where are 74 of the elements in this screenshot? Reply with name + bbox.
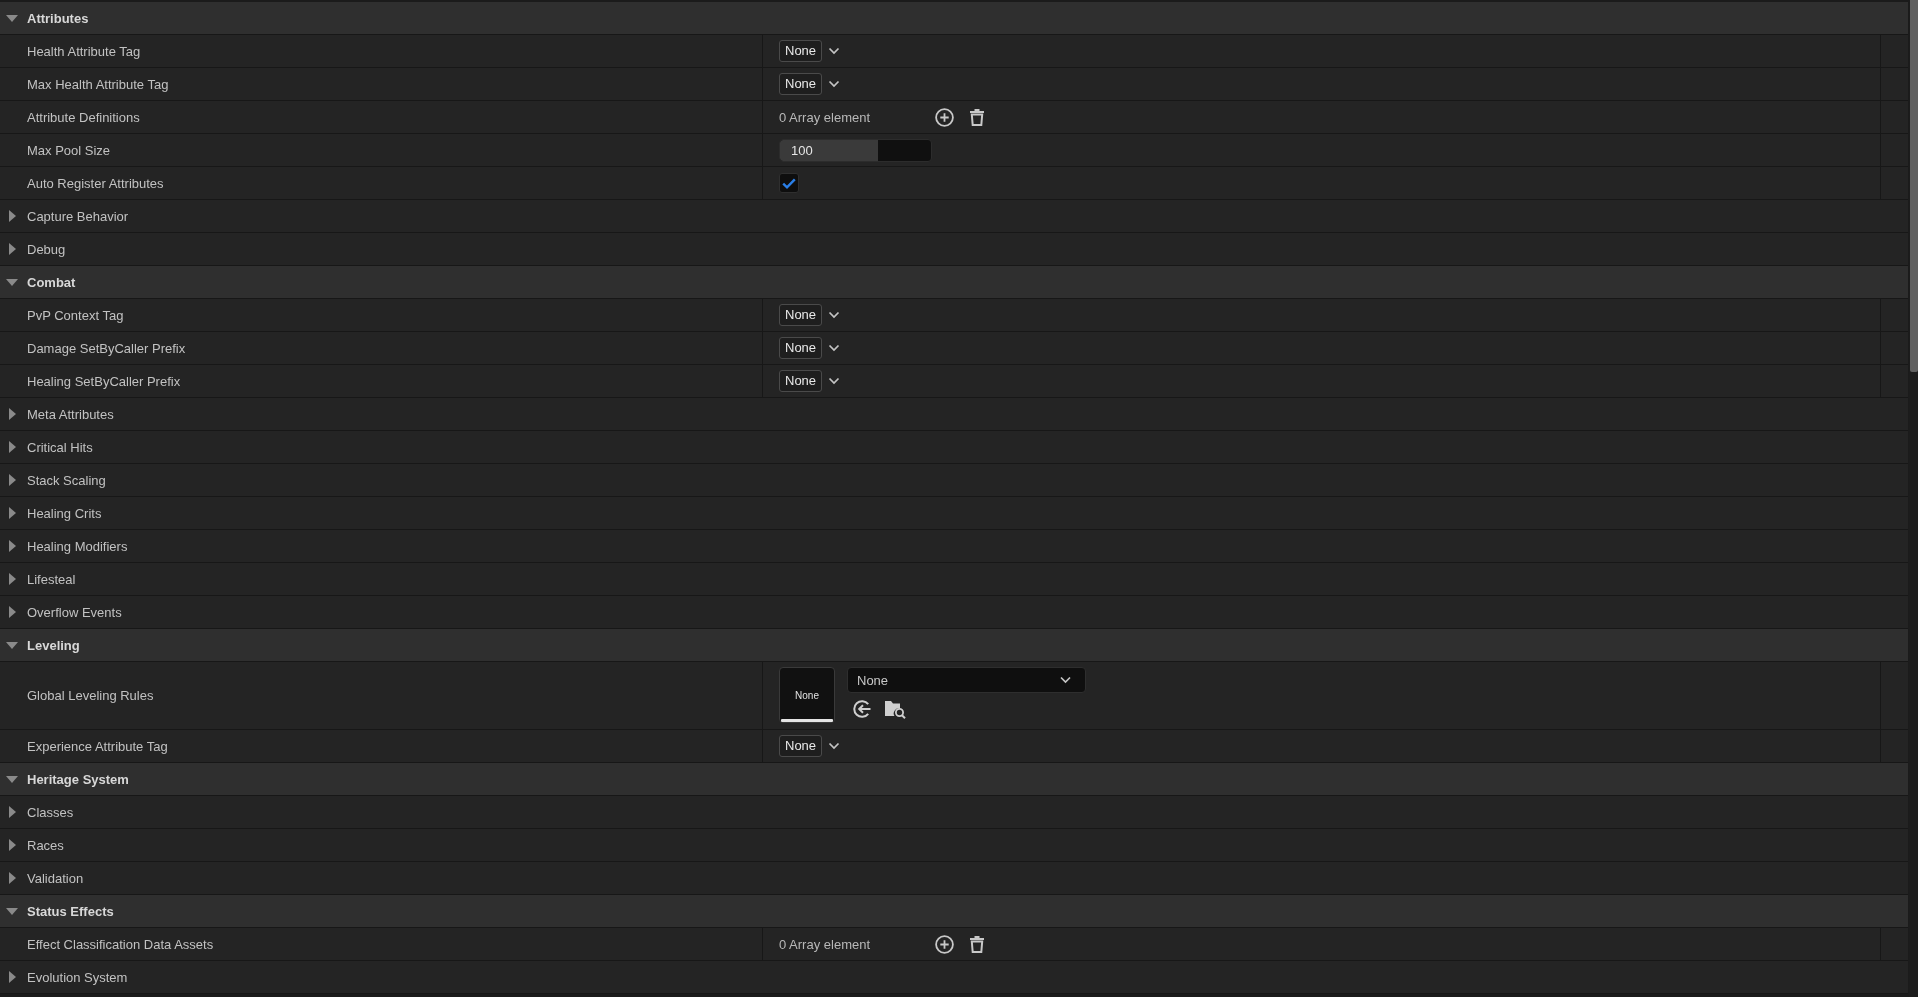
caret-right-icon[interactable] xyxy=(8,441,16,453)
tag-button[interactable]: None xyxy=(779,370,823,392)
tag-button[interactable]: None xyxy=(779,73,823,95)
property-label: PvP Context Tag xyxy=(27,307,124,323)
group-label: Debug xyxy=(27,241,66,257)
property-label: Max Health Attribute Tag xyxy=(27,76,169,92)
folder-search-icon[interactable] xyxy=(884,699,906,719)
property-label: Healing SetByCaller Prefix xyxy=(27,373,181,389)
category-label: Heritage System xyxy=(27,771,129,787)
property-label: Max Pool Size xyxy=(27,142,111,158)
scrollbar-thumb[interactable] xyxy=(1910,0,1918,372)
group-label: Validation xyxy=(27,870,84,886)
category-label: Attributes xyxy=(27,10,89,26)
property-label: Health Attribute Tag xyxy=(27,43,141,59)
category-label: Leveling xyxy=(27,637,80,653)
property-label: Experience Attribute Tag xyxy=(27,738,168,754)
property-label: Effect Classification Data Assets xyxy=(27,936,214,952)
tag-button[interactable]: None xyxy=(779,337,823,359)
chevron-down-icon[interactable] xyxy=(828,344,841,352)
group-label: Classes xyxy=(27,804,74,820)
group-label: Critical Hits xyxy=(27,439,93,455)
category-label: Status Effects xyxy=(27,903,114,919)
array-count: 0 Array element xyxy=(779,109,871,125)
group-label: Lifesteal xyxy=(27,571,76,587)
number-field[interactable]: 100 xyxy=(779,138,932,162)
caret-right-icon[interactable] xyxy=(8,408,16,420)
tag-button[interactable]: None xyxy=(779,40,823,62)
trash-icon[interactable] xyxy=(969,108,985,126)
chevron-down-icon[interactable] xyxy=(828,377,841,385)
property-label: Attribute Definitions xyxy=(27,109,140,125)
caret-down-icon[interactable] xyxy=(6,775,18,783)
caret-right-icon[interactable] xyxy=(8,210,16,222)
property-label: Auto Register Attributes xyxy=(27,175,164,191)
chevron-down-icon[interactable] xyxy=(828,80,841,88)
checkmark-icon xyxy=(782,177,796,189)
chevron-down-icon[interactable] xyxy=(1059,676,1072,684)
caret-down-icon[interactable] xyxy=(6,641,18,649)
category-label: Combat xyxy=(27,274,76,290)
group-label: Evolution System xyxy=(27,969,128,985)
group-label: Capture Behavior xyxy=(27,208,129,224)
add-icon[interactable] xyxy=(935,934,954,954)
trash-icon[interactable] xyxy=(969,935,985,953)
caret-right-icon[interactable] xyxy=(8,806,16,818)
group-label: Overflow Events xyxy=(27,604,122,620)
arrow-left-circle-icon[interactable] xyxy=(852,699,872,719)
add-icon[interactable] xyxy=(935,107,954,127)
caret-right-icon[interactable] xyxy=(8,606,16,618)
caret-down-icon[interactable] xyxy=(6,14,18,22)
caret-right-icon[interactable] xyxy=(8,474,16,486)
caret-down-icon[interactable] xyxy=(6,278,18,286)
chevron-down-icon[interactable] xyxy=(828,311,841,319)
caret-right-icon[interactable] xyxy=(8,540,16,552)
caret-right-icon[interactable] xyxy=(8,872,16,884)
group-label: Healing Crits xyxy=(27,505,102,521)
tag-button[interactable]: None xyxy=(779,304,823,326)
group-label: Meta Attributes xyxy=(27,406,114,422)
caret-right-icon[interactable] xyxy=(8,507,16,519)
group-label: Stack Scaling xyxy=(27,472,106,488)
asset-thumbnail[interactable]: None xyxy=(779,667,835,723)
caret-right-icon[interactable] xyxy=(8,839,16,851)
checkbox[interactable] xyxy=(779,173,799,193)
caret-down-icon[interactable] xyxy=(6,907,18,915)
caret-right-icon[interactable] xyxy=(8,971,16,983)
caret-right-icon[interactable] xyxy=(8,243,16,255)
property-label: Damage SetByCaller Prefix xyxy=(27,340,186,356)
group-label: Races xyxy=(27,837,64,853)
array-count: 0 Array element xyxy=(779,936,871,952)
asset-dropdown[interactable]: None xyxy=(847,667,1086,693)
chevron-down-icon[interactable] xyxy=(828,742,841,750)
group-label: Healing Modifiers xyxy=(27,538,128,554)
caret-right-icon[interactable] xyxy=(8,573,16,585)
chevron-down-icon[interactable] xyxy=(828,47,841,55)
property-label: Global Leveling Rules xyxy=(27,688,154,703)
tag-button[interactable]: None xyxy=(779,735,823,757)
